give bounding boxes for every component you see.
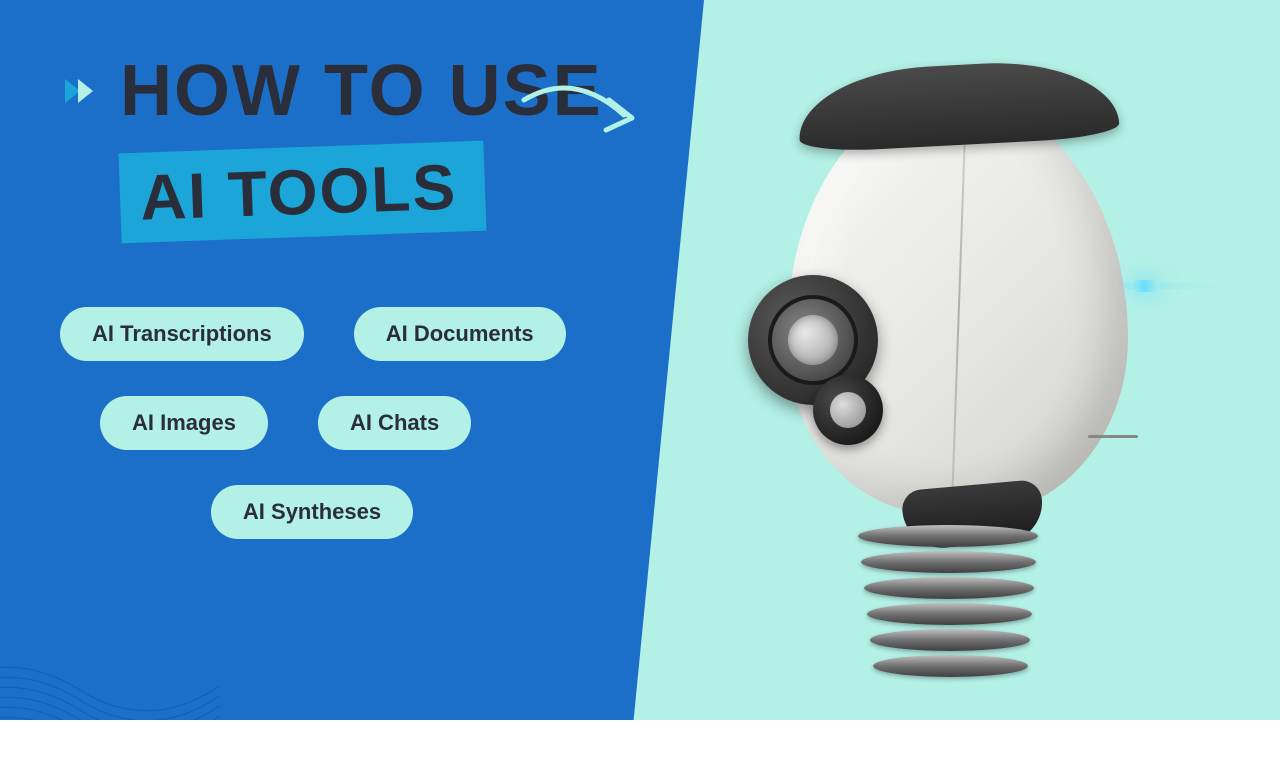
title-line2: Ai Tools bbox=[139, 151, 458, 234]
title-highlight: Ai Tools bbox=[119, 141, 487, 244]
pill-images: AI Images bbox=[100, 396, 268, 450]
robot-illustration bbox=[728, 55, 1228, 705]
robot-neck bbox=[858, 525, 1058, 705]
banner-container: How to Use Ai Tools AI Transcriptions AI… bbox=[0, 0, 1280, 720]
forward-icon bbox=[60, 71, 100, 111]
pill-syntheses: AI Syntheses bbox=[211, 485, 413, 539]
pill-transcriptions: AI Transcriptions bbox=[60, 307, 304, 361]
wave-decoration-icon bbox=[0, 520, 220, 770]
pills-row-1: AI Transcriptions AI Documents bbox=[60, 307, 644, 361]
pill-chats: AI Chats bbox=[318, 396, 471, 450]
robot-mouth bbox=[1088, 435, 1138, 438]
robot-crest bbox=[796, 57, 1120, 154]
pills-row-2: AI Images AI Chats bbox=[60, 396, 644, 450]
robot-eye bbox=[1130, 280, 1160, 292]
pills-container: AI Transcriptions AI Documents AI Images… bbox=[60, 307, 644, 539]
left-panel: How to Use Ai Tools AI Transcriptions AI… bbox=[0, 0, 704, 720]
robot-ear bbox=[748, 275, 888, 415]
arrow-curve-icon bbox=[514, 60, 664, 180]
pill-documents: AI Documents bbox=[354, 307, 566, 361]
